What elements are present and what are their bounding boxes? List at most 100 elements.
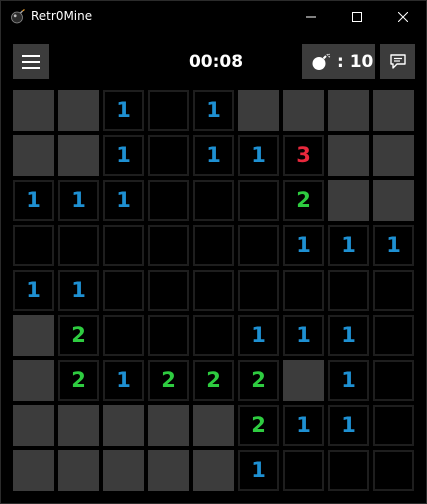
empty-cell[interactable] [328,270,369,311]
unrevealed-cell[interactable] [103,450,144,491]
maximize-button[interactable] [334,1,380,32]
empty-cell[interactable] [103,315,144,356]
window-title: Retr0Mine [31,9,93,23]
bomb-app-icon [10,8,26,24]
unrevealed-cell[interactable] [58,90,99,131]
empty-cell[interactable] [373,405,414,446]
empty-cell[interactable] [373,315,414,356]
empty-cell[interactable] [328,450,369,491]
empty-cell[interactable] [13,225,54,266]
menu-button[interactable] [13,44,49,79]
empty-cell[interactable] [103,270,144,311]
empty-cell[interactable] [103,225,144,266]
unrevealed-cell[interactable] [13,405,54,446]
unrevealed-cell[interactable] [58,405,99,446]
number-cell[interactable]: 1 [13,270,54,311]
minimize-icon [306,16,316,17]
number-cell[interactable]: 1 [103,135,144,176]
number-cell[interactable]: 1 [13,180,54,221]
number-cell[interactable]: 1 [103,90,144,131]
number-cell[interactable]: 3 [283,135,324,176]
unrevealed-cell[interactable] [13,90,54,131]
empty-cell[interactable] [193,180,234,221]
empty-cell[interactable] [148,315,189,356]
number-cell[interactable]: 1 [283,405,324,446]
hamburger-icon [22,54,40,69]
empty-cell[interactable] [148,225,189,266]
mine-counter: : 10 [302,44,375,79]
number-cell[interactable]: 1 [193,90,234,131]
number-cell[interactable]: 1 [58,270,99,311]
number-cell[interactable]: 2 [283,180,324,221]
unrevealed-cell[interactable] [13,360,54,401]
unrevealed-cell[interactable] [13,315,54,356]
minimize-button[interactable] [288,1,334,32]
empty-cell[interactable] [148,135,189,176]
unrevealed-cell[interactable] [193,450,234,491]
minefield-board: 11111311121111121112122212111 [13,90,414,491]
app-window: Retr0Mine 00:08: 10 1 1 1 1 1 3 1 1 1 2… [0,0,427,504]
number-cell[interactable]: 1 [328,225,369,266]
number-cell[interactable]: 2 [148,360,189,401]
unrevealed-cell[interactable] [13,135,54,176]
unrevealed-cell[interactable] [148,405,189,446]
bomb-icon [312,53,331,70]
chat-icon [389,54,406,69]
empty-cell[interactable] [148,270,189,311]
close-icon [398,11,408,22]
unrevealed-cell[interactable] [148,450,189,491]
empty-cell[interactable] [283,450,324,491]
empty-cell[interactable] [373,450,414,491]
number-cell[interactable]: 1 [58,180,99,221]
chat-button[interactable] [380,44,415,79]
empty-cell[interactable] [238,225,279,266]
number-cell[interactable]: 1 [193,135,234,176]
number-cell[interactable]: 1 [283,225,324,266]
empty-cell[interactable] [193,315,234,356]
number-cell[interactable]: 1 [283,315,324,356]
unrevealed-cell[interactable] [283,90,324,131]
close-button[interactable] [380,1,426,32]
empty-cell[interactable] [193,270,234,311]
empty-cell[interactable] [238,270,279,311]
game-timer: 00:08 [188,52,244,72]
mine-count: : 10 [337,52,374,72]
number-cell[interactable]: 1 [373,225,414,266]
unrevealed-cell[interactable] [283,360,324,401]
unrevealed-cell[interactable] [58,450,99,491]
number-cell[interactable]: 2 [58,360,99,401]
empty-cell[interactable] [283,270,324,311]
number-cell[interactable]: 1 [328,315,369,356]
empty-cell[interactable] [58,225,99,266]
unrevealed-cell[interactable] [373,90,414,131]
title-bar: Retr0Mine [1,1,426,32]
unrevealed-cell[interactable] [328,90,369,131]
empty-cell[interactable] [193,225,234,266]
maximize-icon [352,11,362,22]
number-cell[interactable]: 1 [103,360,144,401]
empty-cell[interactable] [148,90,189,131]
number-cell[interactable]: 1 [328,405,369,446]
number-cell[interactable]: 1 [103,180,144,221]
number-cell[interactable]: 1 [238,450,279,491]
number-cell[interactable]: 2 [58,315,99,356]
unrevealed-cell[interactable] [193,405,234,446]
empty-cell[interactable] [238,180,279,221]
number-cell[interactable]: 1 [238,135,279,176]
unrevealed-cell[interactable] [58,135,99,176]
number-cell[interactable]: 1 [238,315,279,356]
empty-cell[interactable] [148,180,189,221]
unrevealed-cell[interactable] [13,450,54,491]
unrevealed-cell[interactable] [103,405,144,446]
number-cell[interactable]: 1 [328,360,369,401]
number-cell[interactable]: 2 [193,360,234,401]
unrevealed-cell[interactable] [373,135,414,176]
number-cell[interactable]: 2 [238,360,279,401]
unrevealed-cell[interactable] [328,180,369,221]
unrevealed-cell[interactable] [328,135,369,176]
unrevealed-cell[interactable] [238,90,279,131]
empty-cell[interactable] [373,360,414,401]
empty-cell[interactable] [373,270,414,311]
unrevealed-cell[interactable] [373,180,414,221]
number-cell[interactable]: 2 [238,405,279,446]
